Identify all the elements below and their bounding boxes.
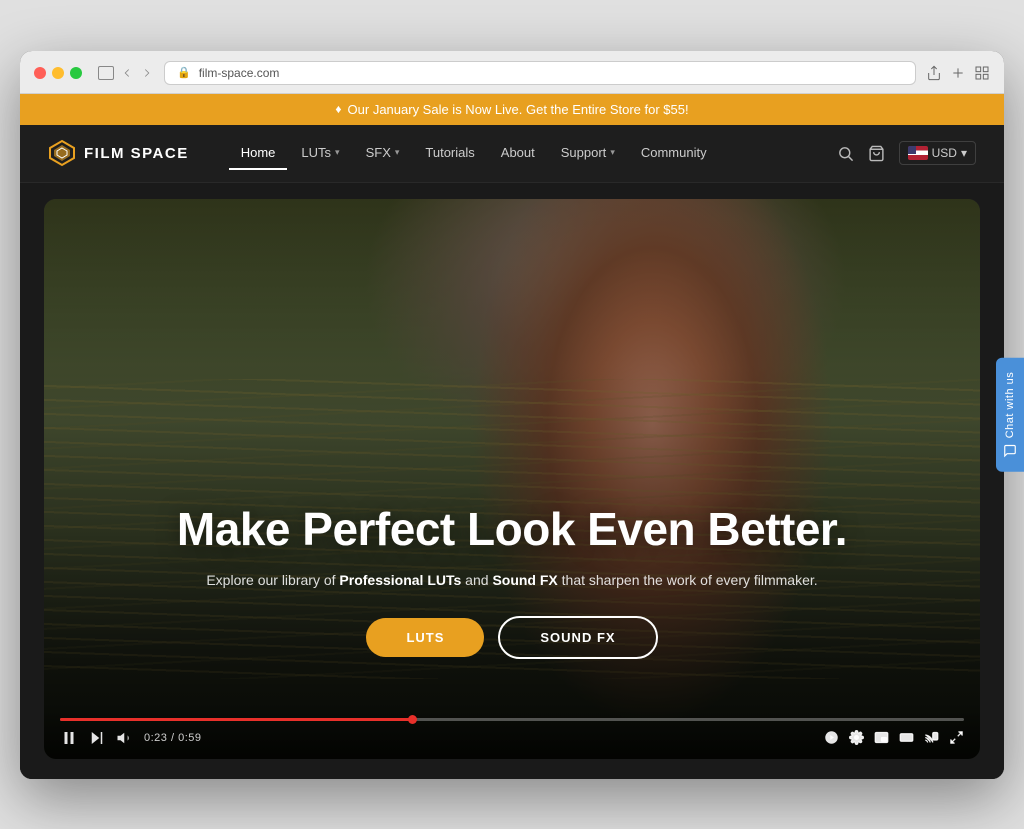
- play-circle-button[interactable]: [824, 730, 839, 745]
- browser-actions: [926, 65, 990, 81]
- hero-buttons: LUTS SOUND FX: [84, 616, 940, 659]
- flag-canton: [908, 146, 916, 154]
- new-tab-icon[interactable]: [950, 65, 966, 81]
- sfx-emphasis: Sound FX: [492, 572, 557, 588]
- grid-icon[interactable]: [974, 65, 990, 81]
- pip-button[interactable]: [874, 730, 889, 745]
- video-overlay: [44, 199, 980, 759]
- chat-widget-label: Chat with us: [1004, 371, 1016, 438]
- url-display: film-space.com: [199, 66, 280, 80]
- nav-about[interactable]: About: [489, 137, 547, 170]
- back-icon[interactable]: [120, 66, 134, 80]
- site-header: FILM SPACE Home LUTs ▾ SFX ▾ Tutorials: [20, 125, 1004, 183]
- announcement-icon: ♦: [335, 102, 341, 116]
- share-icon[interactable]: [926, 65, 942, 81]
- volume-button[interactable]: [116, 729, 134, 747]
- logo-text: FILM SPACE: [84, 145, 189, 162]
- hero-content: Make Perfect Look Even Better. Explore o…: [44, 503, 980, 659]
- chat-icon: [1003, 444, 1017, 458]
- currency-label: USD: [932, 146, 957, 160]
- window-icon: [98, 66, 114, 80]
- video-controls: 0:23 / 0:59: [44, 708, 980, 759]
- nav-luts[interactable]: LUTs ▾: [289, 137, 351, 170]
- support-chevron: ▾: [610, 147, 615, 158]
- forward-icon[interactable]: [140, 66, 154, 80]
- hero-subtitle: Explore our library of Professional LUTs…: [84, 572, 940, 588]
- browser-window: 🔒 film-space.com ♦ Our January Sale is N…: [20, 51, 1004, 779]
- hero-section: Make Perfect Look Even Better. Explore o…: [20, 183, 1004, 779]
- traffic-lights: [34, 67, 82, 79]
- address-bar[interactable]: 🔒 film-space.com: [164, 61, 916, 85]
- time-display: 0:23 / 0:59: [144, 732, 202, 744]
- chat-widget[interactable]: Chat with us: [996, 357, 1024, 472]
- announcement-text: Our January Sale is Now Live. Get the En…: [348, 102, 689, 117]
- theatre-button[interactable]: [899, 730, 914, 745]
- cart-button[interactable]: [868, 145, 885, 162]
- header-actions: USD ▾: [837, 141, 976, 165]
- security-icon: 🔒: [177, 66, 191, 79]
- time-total: 0:59: [178, 732, 201, 744]
- next-button[interactable]: [88, 729, 106, 747]
- site-content: ♦ Our January Sale is Now Live. Get the …: [20, 94, 1004, 779]
- close-button[interactable]: [34, 67, 46, 79]
- main-nav: Home LUTs ▾ SFX ▾ Tutorials About Suppor: [229, 137, 837, 170]
- hero-title: Make Perfect Look Even Better.: [84, 503, 940, 556]
- progress-bar[interactable]: [60, 718, 964, 721]
- nav-tutorials[interactable]: Tutorials: [413, 137, 486, 170]
- nav-support[interactable]: Support ▾: [549, 137, 627, 170]
- announcement-bar[interactable]: ♦ Our January Sale is Now Live. Get the …: [20, 94, 1004, 125]
- logo[interactable]: FILM SPACE: [48, 139, 189, 167]
- cast-button[interactable]: [924, 730, 939, 745]
- maximize-button[interactable]: [70, 67, 82, 79]
- currency-selector[interactable]: USD ▾: [899, 141, 976, 165]
- pause-button[interactable]: [60, 729, 78, 747]
- currency-chevron: ▾: [961, 146, 967, 160]
- sfx-chevron: ▾: [395, 147, 400, 158]
- search-button[interactable]: [837, 145, 854, 162]
- browser-controls: [98, 66, 154, 80]
- luts-emphasis: Professional LUTs: [339, 572, 461, 588]
- settings-button[interactable]: [849, 730, 864, 745]
- luts-chevron: ▾: [335, 147, 340, 158]
- time-current: 0:23: [144, 732, 167, 744]
- logo-icon: [48, 139, 76, 167]
- flag-icon: [908, 146, 928, 160]
- nav-home[interactable]: Home: [229, 137, 288, 170]
- controls-row: 0:23 / 0:59: [60, 729, 964, 747]
- fullscreen-button[interactable]: [949, 730, 964, 745]
- nav-sfx[interactable]: SFX ▾: [354, 137, 412, 170]
- browser-chrome: 🔒 film-space.com: [20, 51, 1004, 94]
- video-container: Make Perfect Look Even Better. Explore o…: [44, 199, 980, 759]
- nav-community[interactable]: Community: [629, 137, 719, 170]
- minimize-button[interactable]: [52, 67, 64, 79]
- sfx-button[interactable]: SOUND FX: [498, 616, 657, 659]
- luts-button[interactable]: LUTS: [366, 618, 484, 657]
- progress-fill: [60, 718, 413, 721]
